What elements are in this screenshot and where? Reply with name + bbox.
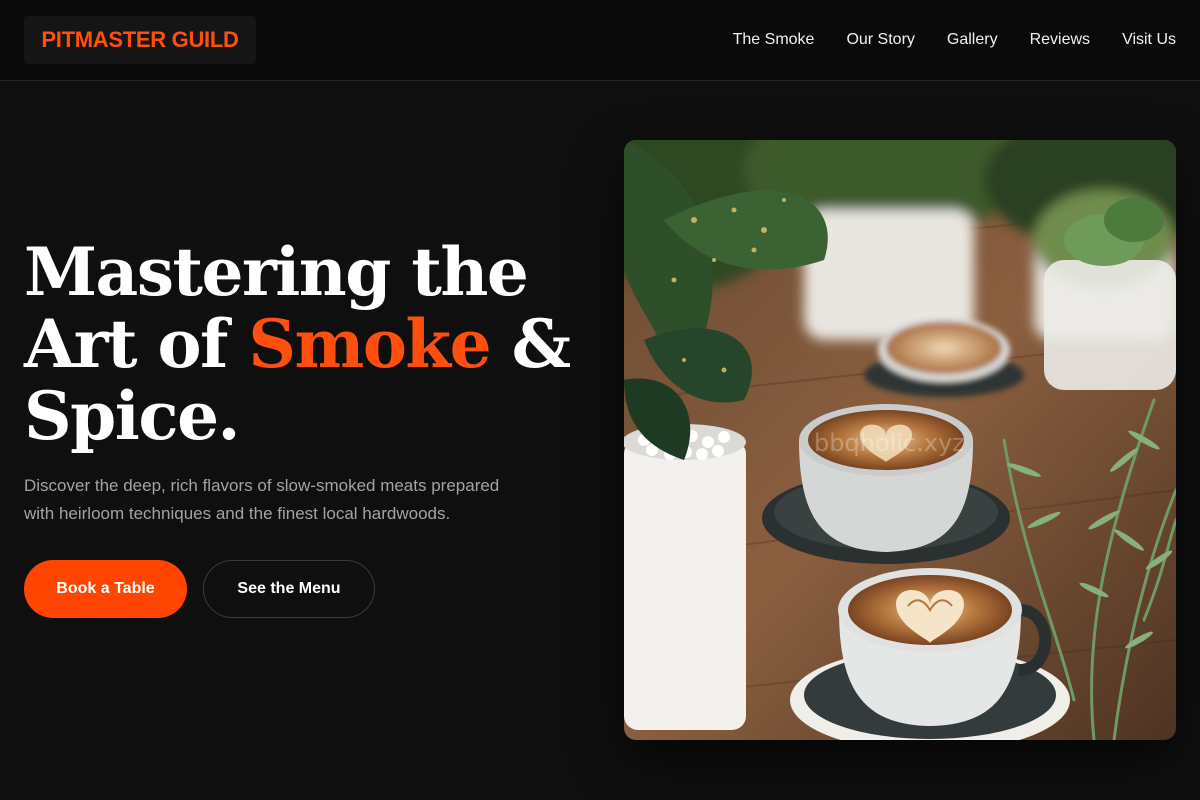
see-menu-button[interactable]: See the Menu: [203, 560, 375, 618]
hero-title-accent: Smoke: [248, 305, 491, 383]
site-header: PITMASTER GUILD The Smoke Our Story Gall…: [0, 0, 1200, 81]
main-nav: The Smoke Our Story Gallery Reviews Visi…: [733, 0, 1176, 80]
nav-link-visit-us[interactable]: Visit Us: [1122, 31, 1176, 49]
nav-link-reviews[interactable]: Reviews: [1030, 31, 1090, 49]
brand-logo[interactable]: PITMASTER GUILD: [24, 16, 256, 64]
nav-link-our-story[interactable]: Our Story: [846, 31, 914, 49]
book-table-button[interactable]: Book a Table: [24, 560, 187, 618]
nav-link-gallery[interactable]: Gallery: [947, 31, 998, 49]
hero-description: Discover the deep, rich flavors of slow-…: [24, 476, 500, 523]
image-watermark: bbqholic.xyz: [814, 429, 965, 457]
hero-title: Mastering the Art of Smoke & Spice.: [24, 236, 584, 452]
nav-link-the-smoke[interactable]: The Smoke: [733, 31, 815, 49]
hero-cta-row: Book a Table See the Menu: [24, 560, 584, 618]
hero-content: Mastering the Art of Smoke & Spice. Disc…: [24, 236, 584, 618]
hero-image: bbqholic.xyz: [624, 140, 1176, 740]
latte-plants-photo: bbqholic.xyz: [624, 140, 1176, 740]
